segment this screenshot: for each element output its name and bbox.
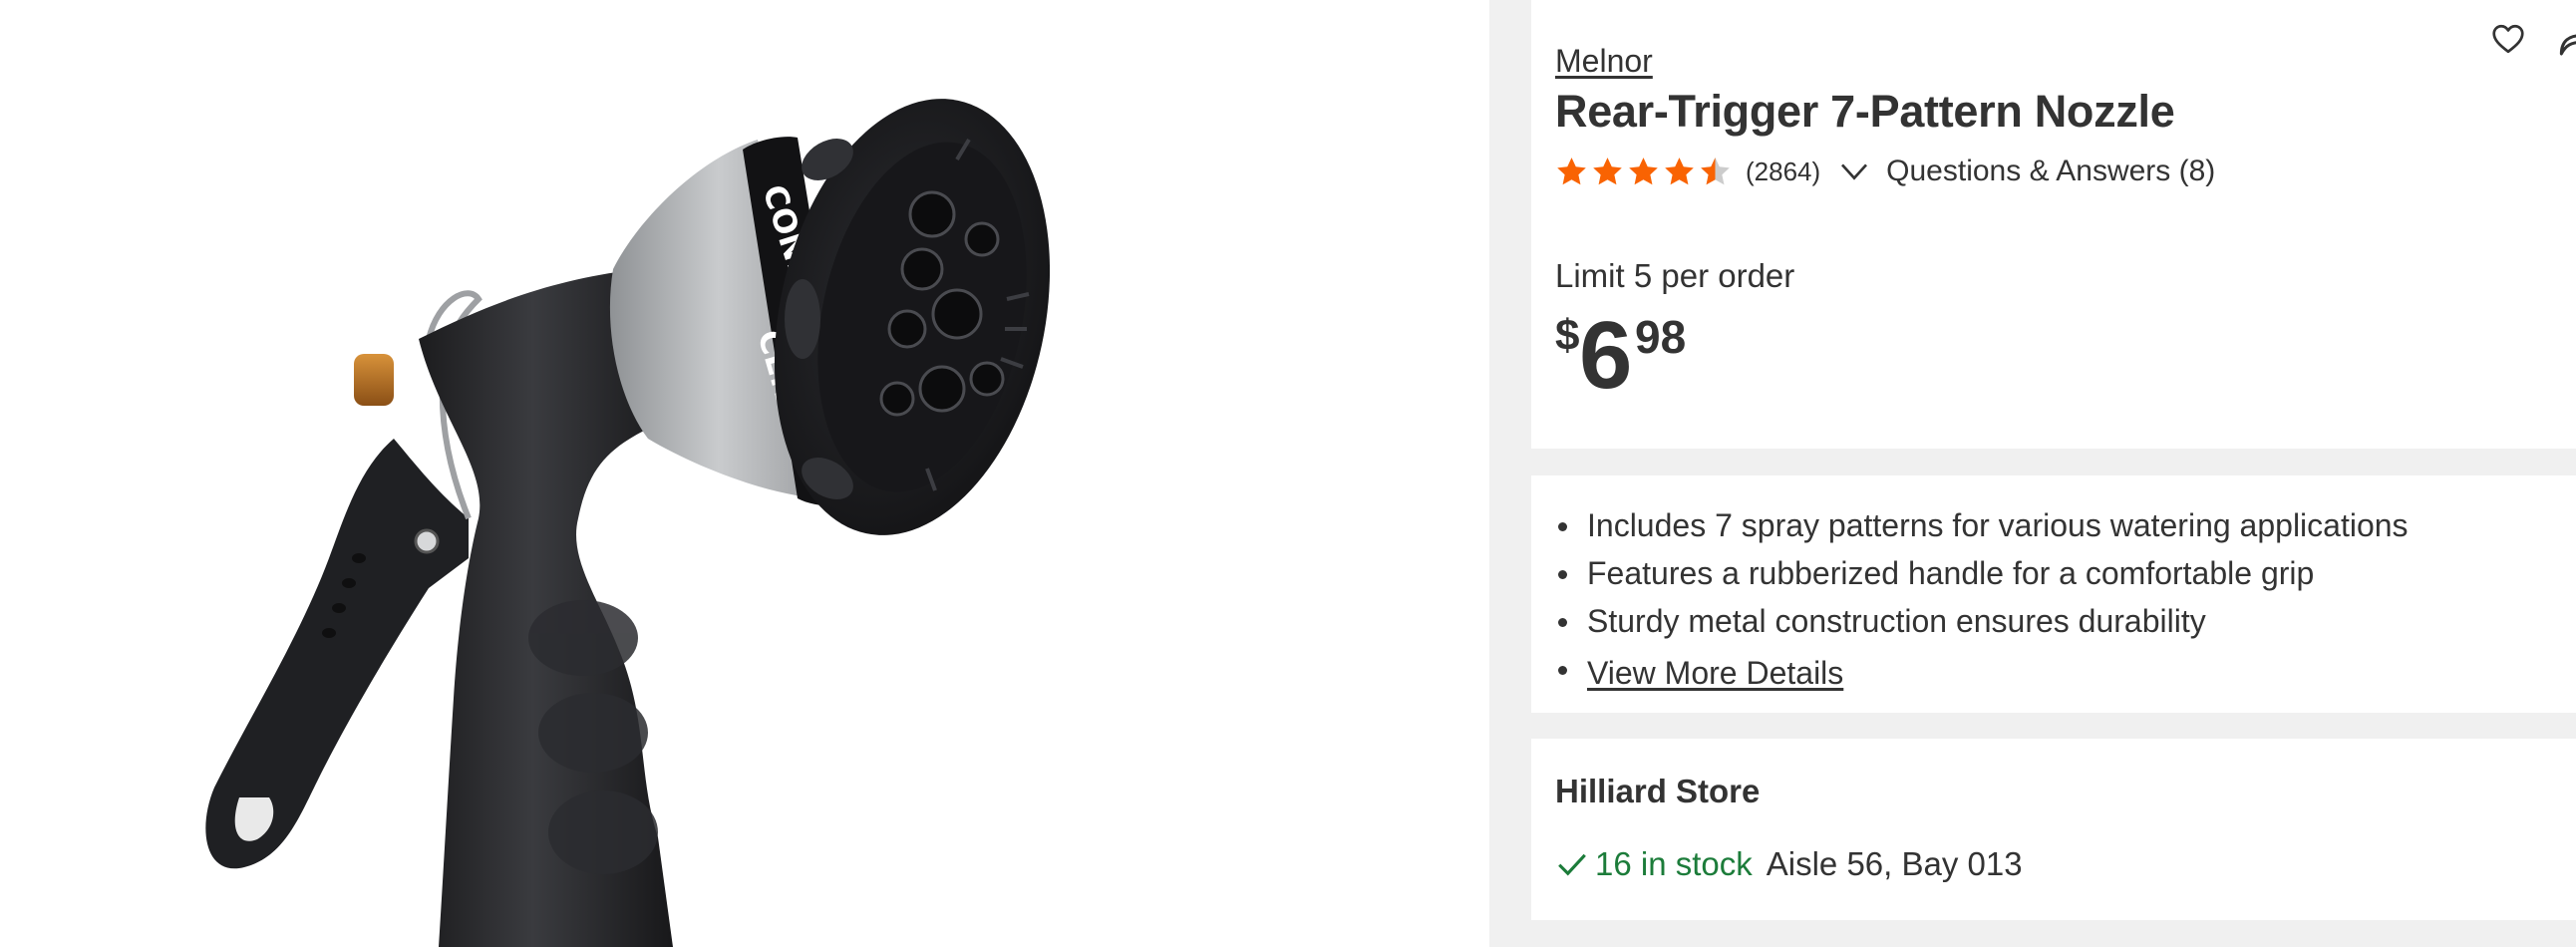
product-title: Rear-Trigger 7-Pattern Nozzle bbox=[1555, 86, 2175, 137]
share-icon bbox=[2559, 34, 2576, 56]
star-icon bbox=[1593, 157, 1622, 184]
checkmark-icon bbox=[1558, 853, 1586, 876]
purchase-limit: Limit 5 per order bbox=[1555, 257, 1795, 294]
star-icon bbox=[1665, 157, 1694, 184]
price-cents: 98 bbox=[1635, 311, 1687, 363]
highlights-card: Includes 7 spray patterns for various wa… bbox=[1531, 475, 2576, 713]
questions-answers-link[interactable]: Questions & Answers (8) bbox=[1886, 155, 2215, 188]
stock-row: 16 in stock Aisle 56, Bay 013 bbox=[1555, 842, 2023, 886]
share-button[interactable] bbox=[2554, 15, 2576, 63]
brand-link[interactable]: Melnor bbox=[1555, 43, 1653, 80]
chevron-down-icon[interactable] bbox=[1838, 156, 1870, 187]
stock-status: 16 in stock bbox=[1595, 845, 1753, 882]
store-availability-card: Hilliard Store 16 in stock Aisle 56, Bay… bbox=[1531, 739, 2576, 920]
review-count[interactable]: (2864) bbox=[1746, 157, 1820, 187]
half-star-icon bbox=[1701, 157, 1730, 184]
store-name[interactable]: Hilliard Store bbox=[1555, 773, 1760, 810]
highlight-item: Features a rubberized handle for a comfo… bbox=[1555, 549, 2409, 597]
highlight-item: Includes 7 spray patterns for various wa… bbox=[1555, 501, 2409, 549]
product-summary-card: Melnor Rear-Trigger 7-Pattern Nozzle (28… bbox=[1531, 0, 2576, 449]
rating-row: (2864) Questions & Answers (8) bbox=[1555, 152, 2215, 191]
aisle-location: Aisle 56, Bay 013 bbox=[1766, 845, 2023, 882]
view-more-item: View More Details bbox=[1555, 645, 2409, 699]
product-image[interactable]: CONE CENTER bbox=[0, 0, 1489, 947]
favorite-button[interactable] bbox=[2484, 15, 2532, 63]
spray-nozzle-image: CONE CENTER bbox=[205, 99, 1051, 947]
price-dollars: 6 bbox=[1579, 302, 1632, 409]
product-details-panel: Melnor Rear-Trigger 7-Pattern Nozzle (28… bbox=[1489, 0, 2576, 947]
star-icon bbox=[1557, 157, 1586, 184]
price-currency: $ bbox=[1555, 311, 1580, 360]
highlights-list: Includes 7 spray patterns for various wa… bbox=[1555, 501, 2409, 699]
highlight-item: Sturdy metal construction ensures durabi… bbox=[1555, 597, 2409, 645]
view-more-details-link[interactable]: View More Details bbox=[1587, 655, 1843, 691]
star-rating[interactable] bbox=[1555, 156, 1732, 188]
star-icon bbox=[1629, 157, 1658, 184]
heart-icon bbox=[2492, 24, 2524, 54]
